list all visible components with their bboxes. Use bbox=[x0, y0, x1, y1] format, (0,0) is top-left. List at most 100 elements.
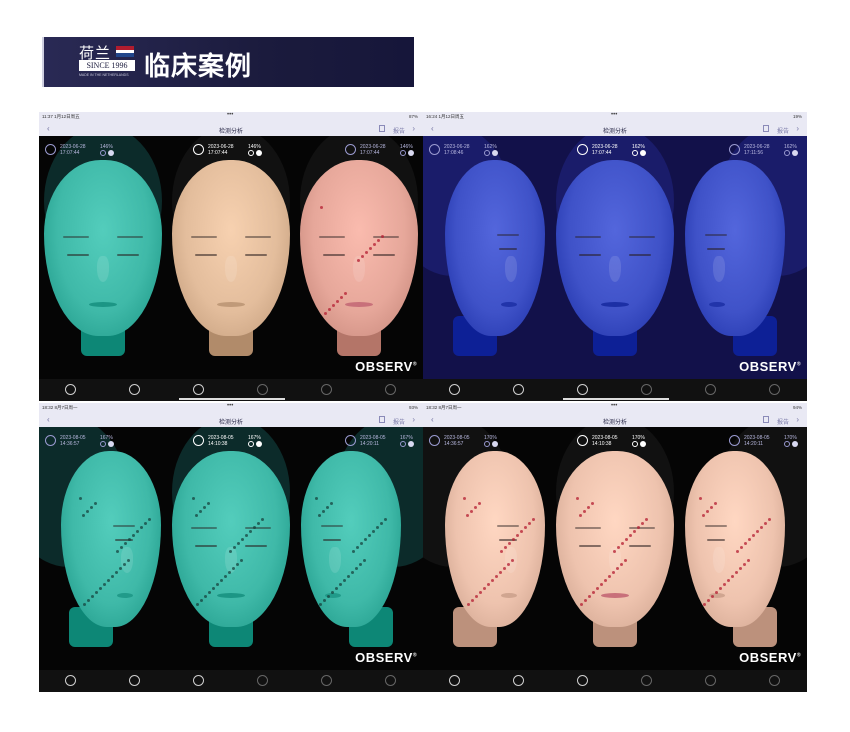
pigment-icon[interactable] bbox=[321, 384, 332, 395]
report-document-icon[interactable] bbox=[763, 125, 769, 132]
closed-eye-right bbox=[245, 545, 267, 547]
face-view[interactable]: 2023-06-28 17:07:44 146% bbox=[295, 136, 423, 379]
profile-icon[interactable] bbox=[513, 384, 524, 395]
face-view[interactable]: 2023-06-28 17:07:44 146% bbox=[167, 136, 295, 379]
clinical-cases-page: 荷兰 SINCE 1996 MADE IN THE NETHERLANDS 临床… bbox=[0, 0, 850, 732]
face-view[interactable]: 2023-08-05 14:10:38 167% bbox=[167, 427, 295, 670]
info-icon[interactable] bbox=[408, 441, 414, 447]
closed-eye-left bbox=[195, 254, 217, 256]
report-button[interactable]: 报告 bbox=[777, 417, 789, 426]
info-icon[interactable] bbox=[792, 150, 798, 156]
info-icon[interactable] bbox=[792, 441, 798, 447]
settings-icon[interactable] bbox=[248, 150, 254, 156]
face-scan-icon[interactable] bbox=[449, 675, 460, 686]
face-shape bbox=[556, 451, 674, 627]
settings-icon[interactable] bbox=[632, 441, 638, 447]
info-icon[interactable] bbox=[492, 150, 498, 156]
skin-spot bbox=[82, 514, 85, 517]
settings-icon[interactable] bbox=[248, 441, 254, 447]
face-view[interactable]: 2023-06-28 17:11:56 162% bbox=[679, 136, 807, 379]
settings-icon[interactable] bbox=[632, 150, 638, 156]
settings-icon[interactable] bbox=[400, 441, 406, 447]
info-icon[interactable] bbox=[256, 150, 262, 156]
face-view[interactable]: 2023-08-05 14:36:57 167% bbox=[39, 427, 167, 670]
capture-mode-icon[interactable] bbox=[429, 435, 440, 446]
compare-icon[interactable] bbox=[641, 384, 652, 395]
face-view[interactable]: 2023-08-05 14:20:11 167% bbox=[295, 427, 423, 670]
info-icon[interactable] bbox=[108, 150, 114, 156]
forward-chevron-icon[interactable]: › bbox=[796, 124, 799, 133]
edit-icon[interactable] bbox=[769, 384, 780, 395]
forward-chevron-icon[interactable]: › bbox=[412, 124, 415, 133]
nose-highlight bbox=[713, 256, 725, 282]
report-button[interactable]: 报告 bbox=[393, 126, 405, 135]
face-view[interactable]: 2023-08-05 14:36:57 170% bbox=[423, 427, 551, 670]
battery-level: 19% bbox=[792, 114, 802, 119]
profile-icon[interactable] bbox=[513, 675, 524, 686]
capture-mode-icon[interactable] bbox=[729, 435, 740, 446]
face-view[interactable]: 2023-08-05 14:20:11 170% bbox=[679, 427, 807, 670]
face-view[interactable]: 2023-06-28 17:08:46 162% bbox=[423, 136, 551, 379]
info-icon[interactable] bbox=[256, 441, 262, 447]
analysis-icon[interactable] bbox=[193, 675, 204, 686]
skin-spot bbox=[723, 583, 726, 586]
capture-mode-icon[interactable] bbox=[729, 144, 740, 155]
report-document-icon[interactable] bbox=[379, 125, 385, 132]
info-icon[interactable] bbox=[640, 150, 646, 156]
info-icon[interactable] bbox=[492, 441, 498, 447]
face-view[interactable]: 2023-06-28 17:07:44 146% bbox=[39, 136, 167, 379]
settings-icon[interactable] bbox=[484, 441, 490, 447]
pigment-icon[interactable] bbox=[705, 675, 716, 686]
analysis-icon[interactable] bbox=[193, 384, 204, 395]
compare-icon[interactable] bbox=[641, 675, 652, 686]
info-icon[interactable] bbox=[108, 441, 114, 447]
capture-mode-icon[interactable] bbox=[45, 435, 56, 446]
report-button[interactable]: 报告 bbox=[777, 126, 789, 135]
face-scan-icon[interactable] bbox=[449, 384, 460, 395]
capture-mode-icon[interactable] bbox=[193, 144, 204, 155]
compare-icon[interactable] bbox=[257, 384, 268, 395]
profile-icon[interactable] bbox=[129, 675, 140, 686]
report-document-icon[interactable] bbox=[763, 416, 769, 423]
capture-mode-icon[interactable] bbox=[345, 435, 356, 446]
settings-icon[interactable] bbox=[100, 441, 106, 447]
skin-spot bbox=[475, 595, 478, 598]
face-scan-icon[interactable] bbox=[65, 384, 76, 395]
info-icon[interactable] bbox=[408, 150, 414, 156]
skin-spot bbox=[587, 506, 590, 509]
settings-icon[interactable] bbox=[400, 150, 406, 156]
capture-mode-icon[interactable] bbox=[429, 144, 440, 155]
face-scan-icon[interactable] bbox=[65, 675, 76, 686]
face-view[interactable]: 2023-06-28 17:07:44 162% bbox=[551, 136, 679, 379]
edit-icon[interactable] bbox=[769, 675, 780, 686]
pigment-icon[interactable] bbox=[705, 384, 716, 395]
skin-spot bbox=[144, 522, 147, 525]
skin-spot bbox=[120, 546, 123, 549]
capture-mode-icon[interactable] bbox=[193, 435, 204, 446]
skin-spot bbox=[322, 510, 325, 513]
edit-icon[interactable] bbox=[385, 675, 396, 686]
face-view[interactable]: 2023-08-05 14:10:38 170% bbox=[551, 427, 679, 670]
info-icon[interactable] bbox=[640, 441, 646, 447]
forward-chevron-icon[interactable]: › bbox=[796, 415, 799, 424]
skin-spot bbox=[702, 514, 705, 517]
settings-icon[interactable] bbox=[784, 150, 790, 156]
edit-icon[interactable] bbox=[385, 384, 396, 395]
compare-icon[interactable] bbox=[257, 675, 268, 686]
pigment-icon[interactable] bbox=[321, 675, 332, 686]
capture-mode-icon[interactable] bbox=[345, 144, 356, 155]
report-document-icon[interactable] bbox=[379, 416, 385, 423]
capture-mode-icon[interactable] bbox=[45, 144, 56, 155]
settings-icon[interactable] bbox=[784, 441, 790, 447]
analysis-icon[interactable] bbox=[577, 384, 588, 395]
status-time: 11:37 1月12日周五 bbox=[42, 114, 80, 119]
capture-mode-icon[interactable] bbox=[577, 144, 588, 155]
forward-chevron-icon[interactable]: › bbox=[412, 415, 415, 424]
closed-eye-left bbox=[67, 254, 89, 256]
settings-icon[interactable] bbox=[100, 150, 106, 156]
capture-mode-icon[interactable] bbox=[577, 435, 588, 446]
analysis-icon[interactable] bbox=[577, 675, 588, 686]
profile-icon[interactable] bbox=[129, 384, 140, 395]
report-button[interactable]: 报告 bbox=[393, 417, 405, 426]
settings-icon[interactable] bbox=[484, 150, 490, 156]
